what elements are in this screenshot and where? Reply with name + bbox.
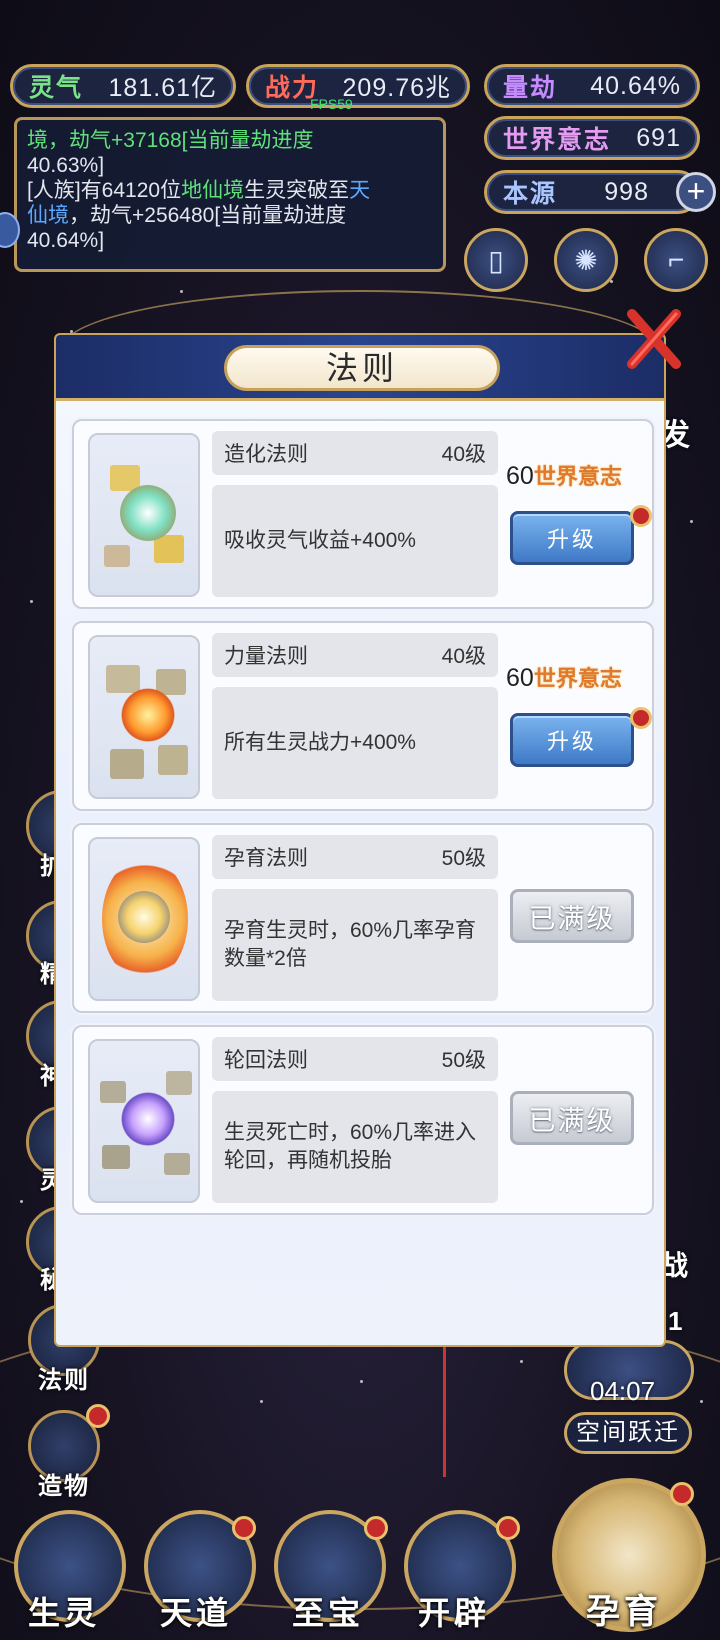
law-name-box: 轮回法则 50级 [212,1037,498,1081]
upgrade-cost: 60世界意志 [506,661,646,693]
tian-dao-label: 天道 [160,1595,233,1631]
law-thumbnail [88,837,200,1001]
liangjie-value: 40.64% [590,71,681,100]
log-fragment: 境，劫气+37168[当前量劫进度 [27,129,314,152]
right-partial-label: 1 [668,1306,685,1336]
log-blue: 仙境 [27,204,69,227]
law-name: 造化法则 [224,443,308,466]
law-card: 轮回法则 50级 生灵死亡时，60%几率进入轮回，再随机投胎 已满级 [72,1025,654,1215]
zhi-bao-label: 至宝 [292,1595,365,1631]
law-level: 40级 [441,443,486,466]
zhanli-value: 209.76兆 [342,74,451,102]
zao-wu-label: 造物 [38,1473,90,1500]
space-jump-button[interactable]: 空间跃迁 [564,1412,692,1454]
swirl-icon[interactable]: ✺ [554,228,618,292]
notification-dot [364,1516,388,1540]
law-description: 生灵死亡时，60%几率进入轮回，再随机投胎 [212,1091,498,1203]
law-name: 力量法则 [224,645,308,668]
law-modal: 法则 造化法则 40级 吸收灵气收益+400% 60世界意志 升级 力量法则 40级… [54,333,666,1347]
benyuan-stat: 本源 998 [484,170,700,214]
lingqi-value: 181.61亿 [108,74,217,102]
upgrade-button[interactable]: 升级 [510,511,634,565]
kai-pi-label: 开辟 [418,1595,491,1631]
log-text: ，劫气+256480[当前量劫进度 [69,204,347,227]
card-icon[interactable]: ▯ [464,228,528,292]
lingqi-label: 灵气 [29,74,84,102]
yun-yu-label: 孕育 [586,1593,662,1631]
law-name-box: 孕育法则 50级 [212,835,498,879]
fa-ze-label: 法则 [38,1367,90,1394]
max-level-button[interactable]: 已满级 [510,1091,634,1145]
log-text: [人族]有64120位 [27,179,182,202]
law-level: 40级 [441,645,486,668]
benyuan-label: 本源 [503,180,558,208]
cost-unit: 世界意志 [533,666,622,691]
cost-unit: 世界意志 [533,464,622,489]
notification-dot [630,707,652,729]
modal-title: 法则 [224,345,500,391]
liangjie-label: 量劫 [503,74,558,102]
law-name-box: 力量法则 40级 [212,633,498,677]
fps-counter: FPS59 [310,96,353,112]
law-name-box: 造化法则 40级 [212,431,498,475]
close-icon[interactable] [624,306,684,372]
upgrade-button[interactable]: 升级 [510,713,634,767]
log-text: 生灵突破至 [244,179,350,202]
liangjie-stat: 量劫 40.64% [484,64,700,108]
notification-dot [670,1482,694,1506]
sheng-ling-label: 生灵 [28,1595,101,1631]
law-name: 孕育法则 [224,847,308,870]
add-benyuan-button[interactable]: + [676,172,716,212]
upgrade-cost: 60世界意志 [506,459,646,491]
max-level-button[interactable]: 已满级 [510,889,634,943]
law-level: 50级 [441,1049,486,1072]
notification-dot [630,505,652,527]
law-thumbnail [88,635,200,799]
law-description: 所有生灵战力+400% [212,687,498,799]
zhanli-stat: 战力 209.76兆 [246,64,470,108]
shijie-stat: 世界意志 691 [484,116,700,160]
law-card: 造化法则 40级 吸收灵气收益+400% 60世界意志 升级 [72,419,654,609]
space-jump-timer: 04:07 [590,1376,656,1406]
log-line: 40.64%] [27,229,105,252]
law-level: 50级 [441,847,486,870]
law-card: 力量法则 40级 所有生灵战力+400% 60世界意志 升级 [72,621,654,811]
law-description: 吸收灵气收益+400% [212,485,498,597]
scroll-icon[interactable]: ⌐ [644,228,708,292]
log-line: 40.63%] [27,154,105,177]
benyuan-value: 998 [604,177,649,206]
notification-dot [86,1404,110,1428]
cost-amount: 60 [506,664,534,692]
lingqi-stat: 灵气 181.61亿 [10,64,236,108]
notification-dot [496,1516,520,1540]
law-name: 轮回法则 [224,1049,308,1072]
law-thumbnail [88,433,200,597]
law-thumbnail [88,1039,200,1203]
notification-dot [232,1516,256,1540]
law-description: 孕育生灵时，60%几率孕育数量*2倍 [212,889,498,1001]
shijie-value: 691 [636,123,681,152]
log-blue: 天 [349,179,371,202]
law-card: 孕育法则 50级 孕育生灵时，60%几率孕育数量*2倍 已满级 [72,823,654,1013]
cost-amount: 60 [506,462,534,490]
log-green: 地仙境 [181,179,245,202]
event-log: 境，劫气+37168[当前量劫进度 40.63%] [人族]有64120位地仙境… [14,117,446,272]
shijie-label: 世界意志 [503,126,612,154]
